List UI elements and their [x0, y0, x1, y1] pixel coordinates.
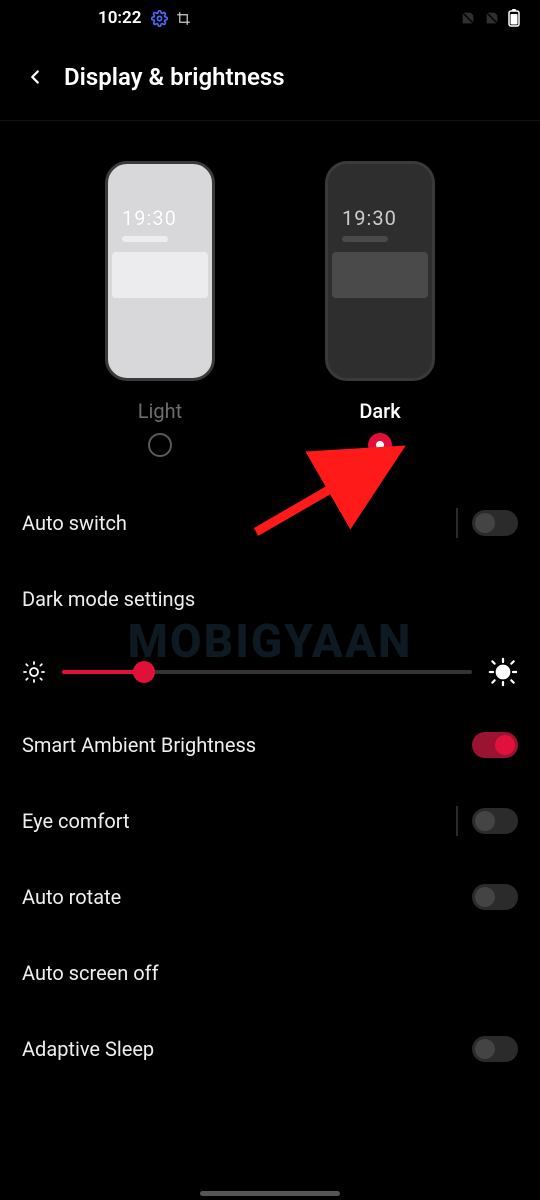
back-button[interactable]: [18, 60, 52, 94]
gear-icon: [151, 10, 168, 27]
row-smart-ambient[interactable]: Smart Ambient Brightness: [22, 707, 518, 783]
row-auto-rotate[interactable]: Auto rotate: [22, 859, 518, 935]
divider: [456, 806, 458, 836]
brightness-slider-row: [22, 637, 518, 707]
row-dark-mode-settings[interactable]: Dark mode settings: [22, 561, 518, 637]
radio-light[interactable]: [148, 433, 172, 457]
theme-label-dark: Dark: [359, 399, 400, 423]
brightness-thumb[interactable]: [133, 661, 155, 683]
row-adaptive-sleep[interactable]: Adaptive Sleep: [22, 1011, 518, 1087]
toggle-adaptive-sleep[interactable]: [472, 1036, 518, 1062]
theme-preview-light: 19:30: [105, 161, 215, 381]
row-auto-switch[interactable]: Auto switch: [22, 485, 518, 561]
toggle-auto-rotate[interactable]: [472, 884, 518, 910]
settings-list: Auto switch Dark mode settings Smart Amb…: [0, 467, 540, 1087]
status-time: 10:22: [98, 8, 141, 28]
label-eye-comfort: Eye comfort: [22, 809, 456, 833]
battery-icon: [508, 9, 520, 27]
brightness-low-icon: [22, 660, 46, 684]
page-header: Display & brightness: [0, 36, 540, 121]
theme-option-light[interactable]: 19:30 Light: [105, 161, 215, 457]
theme-chooser: 19:30 Light 19:30 Dark: [0, 121, 540, 467]
brightness-high-icon: [488, 657, 518, 687]
row-eye-comfort[interactable]: Eye comfort: [22, 783, 518, 859]
brightness-slider[interactable]: [62, 670, 472, 674]
toggle-auto-switch[interactable]: [472, 510, 518, 536]
row-auto-screen-off[interactable]: Auto screen off: [22, 935, 518, 1011]
brightness-fill: [62, 670, 144, 674]
label-adaptive-sleep: Adaptive Sleep: [22, 1037, 472, 1061]
page-title: Display & brightness: [64, 63, 285, 91]
home-indicator[interactable]: [200, 1191, 340, 1196]
divider: [456, 508, 458, 538]
theme-option-dark[interactable]: 19:30 Dark: [325, 161, 435, 457]
radio-dark[interactable]: [368, 433, 392, 457]
preview-time: 19:30: [122, 206, 177, 230]
crop-icon: [176, 11, 191, 26]
preview-time: 19:30: [342, 206, 397, 230]
sim2-off-icon: [484, 10, 500, 26]
label-auto-rotate: Auto rotate: [22, 885, 472, 909]
toggle-smart-ambient[interactable]: [472, 732, 518, 758]
label-smart-ambient: Smart Ambient Brightness: [22, 733, 472, 757]
theme-label-light: Light: [138, 399, 182, 423]
label-dark-mode-settings: Dark mode settings: [22, 587, 518, 611]
label-auto-switch: Auto switch: [22, 511, 456, 535]
status-bar: 10:22: [0, 0, 540, 36]
theme-preview-dark: 19:30: [325, 161, 435, 381]
sim1-off-icon: [460, 10, 476, 26]
label-auto-screen-off: Auto screen off: [22, 961, 518, 985]
toggle-eye-comfort[interactable]: [472, 808, 518, 834]
